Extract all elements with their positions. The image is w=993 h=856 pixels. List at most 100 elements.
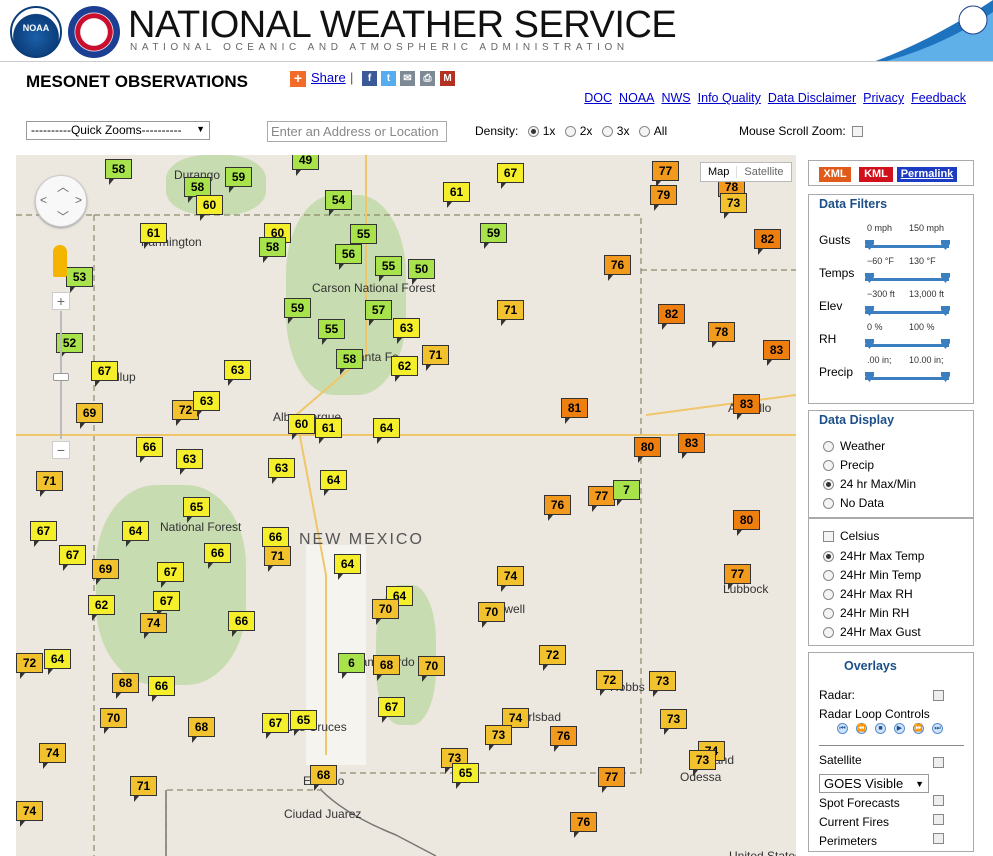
- station-marker[interactable]: 83: [678, 433, 705, 459]
- filter-min-handle[interactable]: [865, 273, 874, 283]
- noaa-link[interactable]: NOAA: [619, 91, 654, 105]
- station-marker[interactable]: 79: [650, 185, 677, 211]
- parameter-option[interactable]: 24Hr Min Temp: [823, 568, 921, 582]
- parameter-option[interactable]: 24Hr Max Temp: [823, 549, 924, 563]
- filter-slider[interactable]: [865, 306, 950, 316]
- loop-next-icon[interactable]: ⏩: [913, 723, 924, 734]
- site-title[interactable]: NATIONAL WEATHER SERVICE: [128, 4, 677, 47]
- data-display-radio[interactable]: [823, 460, 834, 472]
- zoom-out-button[interactable]: −: [52, 441, 70, 459]
- station-marker[interactable]: 63: [268, 458, 295, 484]
- mouse-scroll-checkbox[interactable]: [851, 126, 863, 138]
- station-marker[interactable]: 64: [44, 649, 71, 675]
- noaa-logo[interactable]: NOAA: [10, 6, 62, 58]
- station-marker[interactable]: 60: [196, 195, 223, 221]
- loop-stop-icon[interactable]: ■: [875, 723, 886, 734]
- street-view-pegman-icon[interactable]: [53, 245, 67, 277]
- station-marker[interactable]: 67: [91, 361, 118, 387]
- loop-last-icon[interactable]: ⏭: [932, 723, 943, 734]
- station-marker[interactable]: 60: [288, 414, 315, 440]
- map-type-satellite-button[interactable]: Satellite: [736, 166, 791, 178]
- density-2x-radio[interactable]: [564, 126, 576, 138]
- station-marker[interactable]: 70: [100, 708, 127, 734]
- data-display-option[interactable]: Precip: [823, 458, 874, 472]
- station-marker[interactable]: 70: [478, 602, 505, 628]
- station-marker[interactable]: 67: [157, 562, 184, 588]
- station-marker[interactable]: 73: [649, 671, 676, 697]
- print-icon[interactable]: ⎙: [420, 71, 435, 86]
- station-marker[interactable]: 73: [689, 750, 716, 776]
- filter-max-handle[interactable]: [941, 339, 950, 349]
- parameter-radio[interactable]: [823, 589, 834, 601]
- station-marker[interactable]: 74: [39, 743, 66, 769]
- station-marker[interactable]: 67: [262, 713, 289, 739]
- zoom-in-button[interactable]: +: [52, 292, 70, 310]
- radar-checkbox[interactable]: [933, 690, 944, 701]
- station-marker[interactable]: 62: [391, 356, 418, 382]
- station-marker[interactable]: 77: [588, 486, 615, 512]
- perimeters-checkbox[interactable]: [933, 833, 944, 844]
- station-marker[interactable]: 74: [16, 801, 43, 827]
- filter-slider[interactable]: [865, 273, 950, 283]
- station-marker[interactable]: 59: [480, 223, 507, 249]
- station-marker[interactable]: 53: [66, 267, 93, 293]
- station-marker[interactable]: 61: [140, 223, 167, 249]
- station-marker[interactable]: 80: [634, 437, 661, 463]
- station-marker[interactable]: 80: [733, 510, 760, 536]
- station-marker[interactable]: 63: [176, 449, 203, 475]
- station-marker[interactable]: 65: [452, 763, 479, 789]
- station-marker[interactable]: 66: [148, 676, 175, 702]
- feedback-link[interactable]: Feedback: [911, 91, 966, 105]
- station-marker[interactable]: 72: [539, 645, 566, 671]
- station-marker[interactable]: 57: [365, 300, 392, 326]
- station-marker[interactable]: 67: [153, 591, 180, 617]
- station-marker[interactable]: 64: [122, 521, 149, 547]
- station-marker[interactable]: 81: [561, 398, 588, 424]
- station-marker[interactable]: 65: [290, 710, 317, 736]
- address-input[interactable]: Enter an Address or Location: [267, 121, 447, 142]
- station-marker[interactable]: 61: [443, 182, 470, 208]
- station-marker[interactable]: 58: [336, 349, 363, 375]
- spot-forecasts-checkbox[interactable]: [933, 795, 944, 806]
- station-marker[interactable]: 66: [136, 437, 163, 463]
- xml-export-button[interactable]: XML: [819, 167, 851, 182]
- density-3x-radio[interactable]: [601, 126, 613, 138]
- station-marker[interactable]: 72: [596, 670, 623, 696]
- station-marker[interactable]: 77: [652, 161, 679, 187]
- parameter-radio[interactable]: [823, 608, 834, 620]
- celsius-checkbox[interactable]: [823, 531, 834, 543]
- station-marker[interactable]: 71: [497, 300, 524, 326]
- filter-min-handle[interactable]: [865, 240, 874, 250]
- filter-max-handle[interactable]: [941, 240, 950, 250]
- pan-control[interactable]: ︿ < > ﹀: [35, 175, 87, 227]
- station-marker[interactable]: 7: [613, 480, 640, 506]
- station-marker[interactable]: 73: [485, 725, 512, 751]
- station-marker[interactable]: 61: [315, 418, 342, 444]
- data-display-option[interactable]: 24 hr Max/Min: [823, 477, 916, 491]
- twitter-icon[interactable]: t: [381, 71, 396, 86]
- station-marker[interactable]: 66: [204, 543, 231, 569]
- station-marker[interactable]: 71: [422, 345, 449, 371]
- data-display-option[interactable]: No Data: [823, 496, 884, 510]
- station-marker[interactable]: 55: [318, 319, 345, 345]
- nws-link[interactable]: NWS: [661, 91, 690, 105]
- station-marker[interactable]: 49: [292, 155, 319, 176]
- parameter-option[interactable]: 24Hr Max Gust: [823, 625, 921, 639]
- satellite-checkbox[interactable]: [933, 757, 944, 768]
- station-marker[interactable]: 58: [259, 237, 286, 263]
- station-marker[interactable]: 74: [497, 566, 524, 592]
- station-marker[interactable]: 76: [570, 812, 597, 838]
- parameter-radio[interactable]: [823, 570, 834, 582]
- data-display-option[interactable]: Weather: [823, 439, 885, 453]
- station-marker[interactable]: 65: [183, 497, 210, 523]
- station-marker[interactable]: 67: [59, 545, 86, 571]
- current-fires-checkbox[interactable]: [933, 814, 944, 825]
- data-disclaimer-link[interactable]: Data Disclaimer: [768, 91, 856, 105]
- parameter-option[interactable]: 24Hr Min RH: [823, 606, 909, 620]
- kml-export-button[interactable]: KML: [859, 167, 893, 182]
- station-marker[interactable]: 58: [184, 177, 211, 203]
- filter-slider[interactable]: [865, 339, 950, 349]
- filter-min-handle[interactable]: [865, 372, 874, 382]
- map-canvas[interactable]: Durango Farmington Carson National Forest S…: [16, 155, 796, 856]
- station-marker[interactable]: 56: [335, 244, 362, 270]
